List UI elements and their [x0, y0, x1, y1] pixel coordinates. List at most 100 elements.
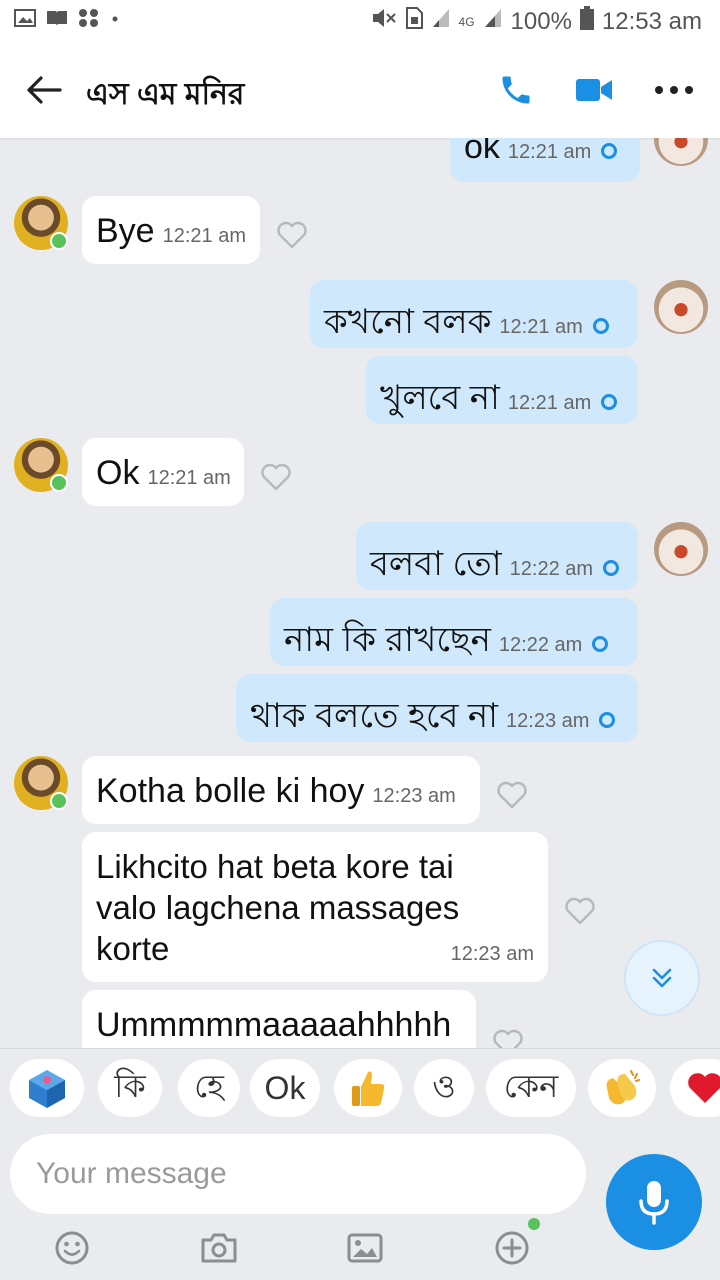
- message-time: 12:21 am: [147, 467, 231, 489]
- message-text: কখনো বলক: [324, 303, 492, 341]
- composer: [0, 1128, 720, 1280]
- message-text: Kotha bolle ki hoy: [96, 772, 365, 810]
- sent-status-icon: [603, 560, 620, 576]
- video-call-button[interactable]: [572, 68, 616, 112]
- message-time: 12:23 am: [372, 785, 456, 807]
- quick-reply-gift[interactable]: [10, 1059, 84, 1117]
- message-text: Bye: [96, 212, 155, 250]
- emoji-button[interactable]: [52, 1228, 92, 1268]
- message-time: 12:21 am: [507, 141, 592, 163]
- sent-status-icon: [601, 394, 618, 410]
- outgoing-message[interactable]: কখনো বলক 12:21 am: [310, 280, 638, 348]
- sim-icon: [405, 7, 423, 36]
- like-heart-icon[interactable]: [496, 780, 528, 810]
- gallery-notification-icon: [14, 8, 36, 28]
- incoming-message[interactable]: Ok 12:21 am: [82, 438, 244, 506]
- image-icon: [347, 1233, 383, 1263]
- phone-icon: [502, 76, 530, 104]
- incoming-message[interactable]: Likhcito hat beta kore tai valo lagchena…: [82, 832, 548, 982]
- message-text-line: valo lagchena massages: [96, 889, 460, 926]
- network-type: 4G: [458, 14, 475, 29]
- outgoing-message[interactable]: বলবা তো 12:22 am: [356, 522, 638, 590]
- back-button[interactable]: [22, 70, 66, 110]
- like-heart-icon[interactable]: [276, 220, 308, 250]
- book-notification-icon: [46, 8, 68, 28]
- signal-icon-2: [483, 7, 503, 36]
- quick-reply-chip[interactable]: কেন: [486, 1059, 576, 1117]
- message-text: খুলবে না: [380, 379, 500, 417]
- contact-name[interactable]: এস এম মনির: [86, 70, 244, 121]
- message-text: Ok: [96, 454, 140, 492]
- double-chevron-down-icon: [652, 968, 672, 988]
- message-time: 12:21 am: [507, 392, 592, 414]
- gift-box-icon: [29, 1070, 65, 1108]
- message-time: 12:23 am: [450, 943, 534, 965]
- voice-message-button[interactable]: [606, 1154, 702, 1250]
- quick-reply-heart[interactable]: [670, 1059, 720, 1117]
- outgoing-message[interactable]: থাক বলতে হবে না 12:23 am: [236, 674, 638, 742]
- like-heart-icon[interactable]: [492, 1028, 524, 1048]
- message-time: 12:23 am: [506, 710, 590, 732]
- my-avatar[interactable]: [654, 280, 708, 334]
- sent-status-icon: [601, 143, 618, 159]
- message-list[interactable]: ok 12:21 am Bye 12:21 am কখনো বলক 12:21 …: [0, 138, 720, 1048]
- like-heart-icon[interactable]: [260, 462, 292, 492]
- scroll-to-bottom-button[interactable]: [624, 940, 700, 1016]
- plus-circle-icon: [495, 1231, 529, 1265]
- message-input-box[interactable]: [10, 1134, 586, 1214]
- quick-reply-thumbs-up[interactable]: [334, 1059, 402, 1117]
- microphone-icon: [639, 1181, 669, 1225]
- signal-icon-1: [431, 7, 451, 36]
- sent-status-icon: [592, 318, 609, 334]
- message-text: Ummmmmaaaaahhhhh: [96, 1006, 452, 1044]
- sent-status-icon: [599, 712, 616, 728]
- incoming-message[interactable]: Ummmmmaaaaahhhhh: [82, 990, 476, 1048]
- mute-icon: [371, 7, 397, 36]
- more-dots-icon: [655, 86, 693, 94]
- message-text: নাম কি রাখছেন: [284, 621, 491, 659]
- quick-reply-chip[interactable]: কি: [98, 1059, 162, 1117]
- like-heart-icon[interactable]: [564, 896, 596, 926]
- message-time: 12:21 am: [162, 225, 246, 247]
- message-text-line: korte: [96, 930, 170, 967]
- online-indicator: [50, 474, 68, 492]
- quick-reply-chip[interactable]: ও: [414, 1059, 474, 1117]
- message-text: থাক বলতে হবে না: [250, 697, 499, 735]
- outgoing-message[interactable]: ok 12:21 am: [450, 138, 640, 182]
- camera-button[interactable]: [199, 1228, 239, 1268]
- my-avatar[interactable]: [654, 522, 708, 576]
- sent-status-icon: [592, 636, 609, 652]
- voice-call-button[interactable]: [494, 68, 538, 112]
- quick-reply-chip[interactable]: হে: [178, 1059, 240, 1117]
- my-avatar[interactable]: [654, 138, 708, 166]
- message-time: 12:22 am: [509, 558, 594, 580]
- add-attachment-button[interactable]: [492, 1228, 532, 1268]
- incoming-message[interactable]: Kotha bolle ki hoy 12:23 am: [82, 756, 480, 824]
- incoming-message[interactable]: Bye 12:21 am: [82, 196, 260, 264]
- message-time: 12:21 am: [499, 316, 583, 338]
- new-feature-indicator: [528, 1218, 540, 1230]
- camera-icon: [201, 1233, 237, 1263]
- outgoing-message[interactable]: নাম কি রাখছেন 12:22 am: [270, 598, 638, 666]
- more-options-button[interactable]: [652, 68, 696, 112]
- quick-reply-chip[interactable]: Ok: [250, 1059, 320, 1117]
- apps-notification-icon: [78, 8, 100, 28]
- message-text-line: Likhcito hat beta kore tai: [96, 848, 454, 885]
- quick-reply-clap[interactable]: [588, 1059, 656, 1117]
- message-text: বলবা তো: [370, 545, 502, 583]
- gallery-button[interactable]: [345, 1228, 385, 1268]
- back-arrow-icon: [27, 76, 62, 104]
- battery-icon: [579, 6, 594, 37]
- thumbs-up-icon: [352, 1071, 385, 1106]
- outgoing-message[interactable]: খুলবে না 12:21 am: [366, 356, 638, 424]
- clapping-hands-icon: [606, 1070, 640, 1105]
- more-notifications-icon: [110, 8, 132, 28]
- message-text: ok: [464, 138, 500, 166]
- message-input[interactable]: [10, 1134, 586, 1214]
- video-camera-icon: [576, 79, 612, 101]
- quick-reply-bar[interactable]: কি হে Ok ও কেন: [0, 1048, 720, 1128]
- chat-header: এস এম মনির: [0, 44, 720, 138]
- online-indicator: [50, 792, 68, 810]
- status-bar: 4G 100% 12:53 am: [0, 0, 720, 44]
- smiley-icon: [55, 1231, 89, 1265]
